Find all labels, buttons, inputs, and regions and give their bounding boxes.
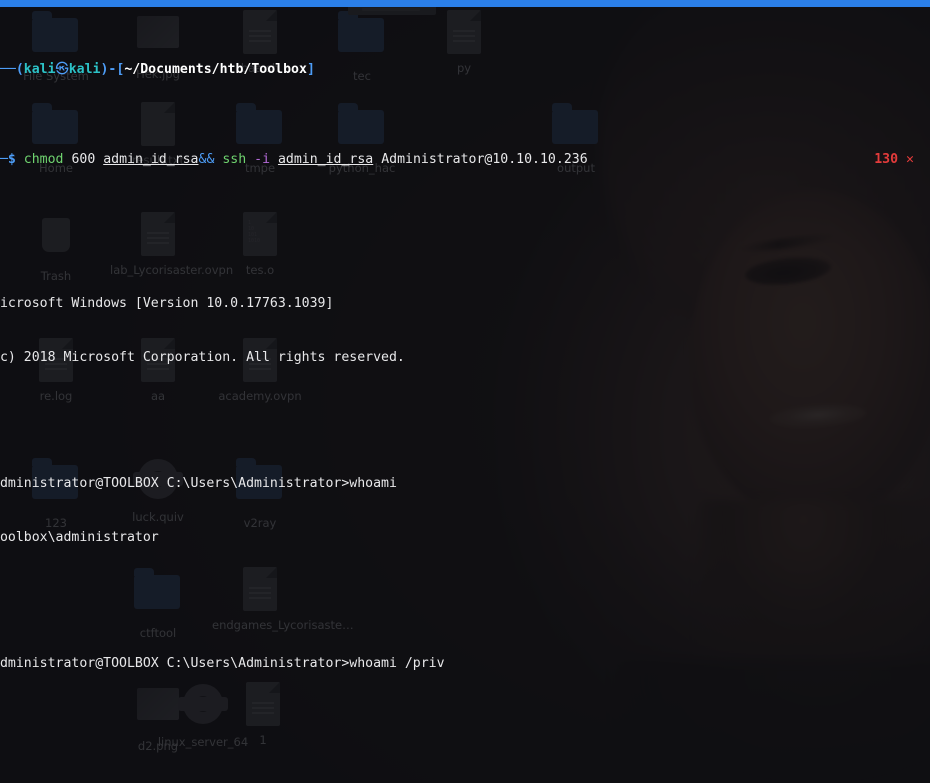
prompt-line-2: └─$ chmod 600 admin_id_rsa&& ssh -i admi… — [0, 151, 922, 169]
command-operator: && — [198, 152, 215, 167]
kali-logo-icon: ㉿ — [55, 62, 69, 77]
command-keyfile-2: admin_id_rsa — [277, 152, 374, 167]
command-ssh-target: Administrator@10.10.10.236 — [381, 152, 588, 167]
whoami-result: toolbox\administrator — [0, 530, 159, 545]
command-mode-arg: 600 — [71, 152, 96, 167]
cmd-prompt-whoami: Administrator@TOOLBOX C:\Users\Administr… — [0, 476, 397, 491]
windows-banner-copyright: (c) 2018 Microsoft Corporation. All righ… — [0, 350, 405, 365]
window-titlebar[interactable] — [0, 0, 930, 7]
command-chmod: chmod — [23, 152, 64, 167]
cmd-prompt-whoami-priv: Administrator@TOOLBOX C:\Users\Administr… — [0, 656, 445, 671]
prompt-path: ~/Documents/htb/Toolbox — [124, 62, 307, 77]
prompt-user: kali — [23, 62, 56, 77]
command-flag-i: -i — [254, 152, 271, 167]
prompt-dollar: └─$ — [0, 152, 16, 167]
prompt-line-1: ┌──(kali㉿kali)-[~/Documents/htb/Toolbox] — [0, 61, 922, 79]
terminal-output[interactable]: ┌──(kali㉿kali)-[~/Documents/htb/Toolbox]… — [0, 7, 922, 783]
prompt-bracket-right: ] — [306, 62, 315, 77]
exit-status-code: 130 — [874, 152, 899, 167]
terminal-window[interactable]: ┌──(kali㉿kali)-[~/Documents/htb/Toolbox]… — [0, 0, 930, 783]
exit-status: 130 ✕ — [874, 151, 914, 169]
exit-error-icon: ✕ — [906, 152, 914, 167]
command-keyfile-1: admin_id_rsa — [103, 152, 199, 167]
prompt-bracket-left: ┌──( — [0, 62, 24, 77]
prompt-bracket-mid: )-[ — [100, 62, 125, 77]
command-ssh: ssh — [222, 152, 247, 167]
windows-banner-version: Microsoft Windows [Version 10.0.17763.10… — [0, 296, 334, 311]
prompt-host: kali — [68, 62, 101, 77]
